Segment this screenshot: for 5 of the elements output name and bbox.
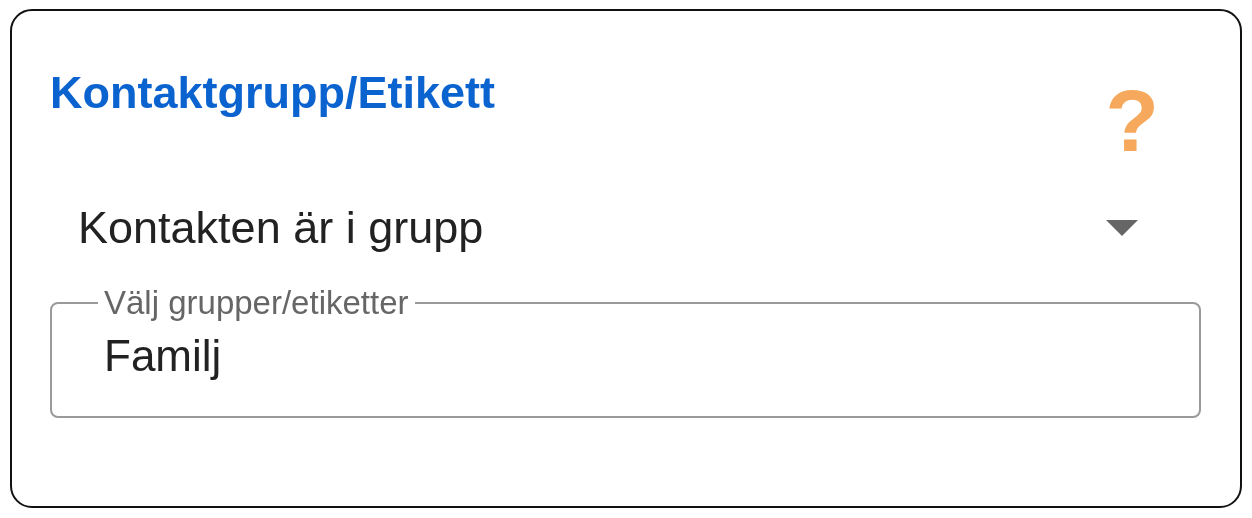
caret-icon — [1106, 220, 1138, 236]
condition-select[interactable]: Kontakten är i grupp — [50, 200, 1201, 256]
field-value: Familj — [104, 330, 223, 382]
field-label: Välj grupper/etiketter — [103, 284, 410, 322]
card-title: Kontaktgrupp/Etikett — [50, 66, 495, 120]
